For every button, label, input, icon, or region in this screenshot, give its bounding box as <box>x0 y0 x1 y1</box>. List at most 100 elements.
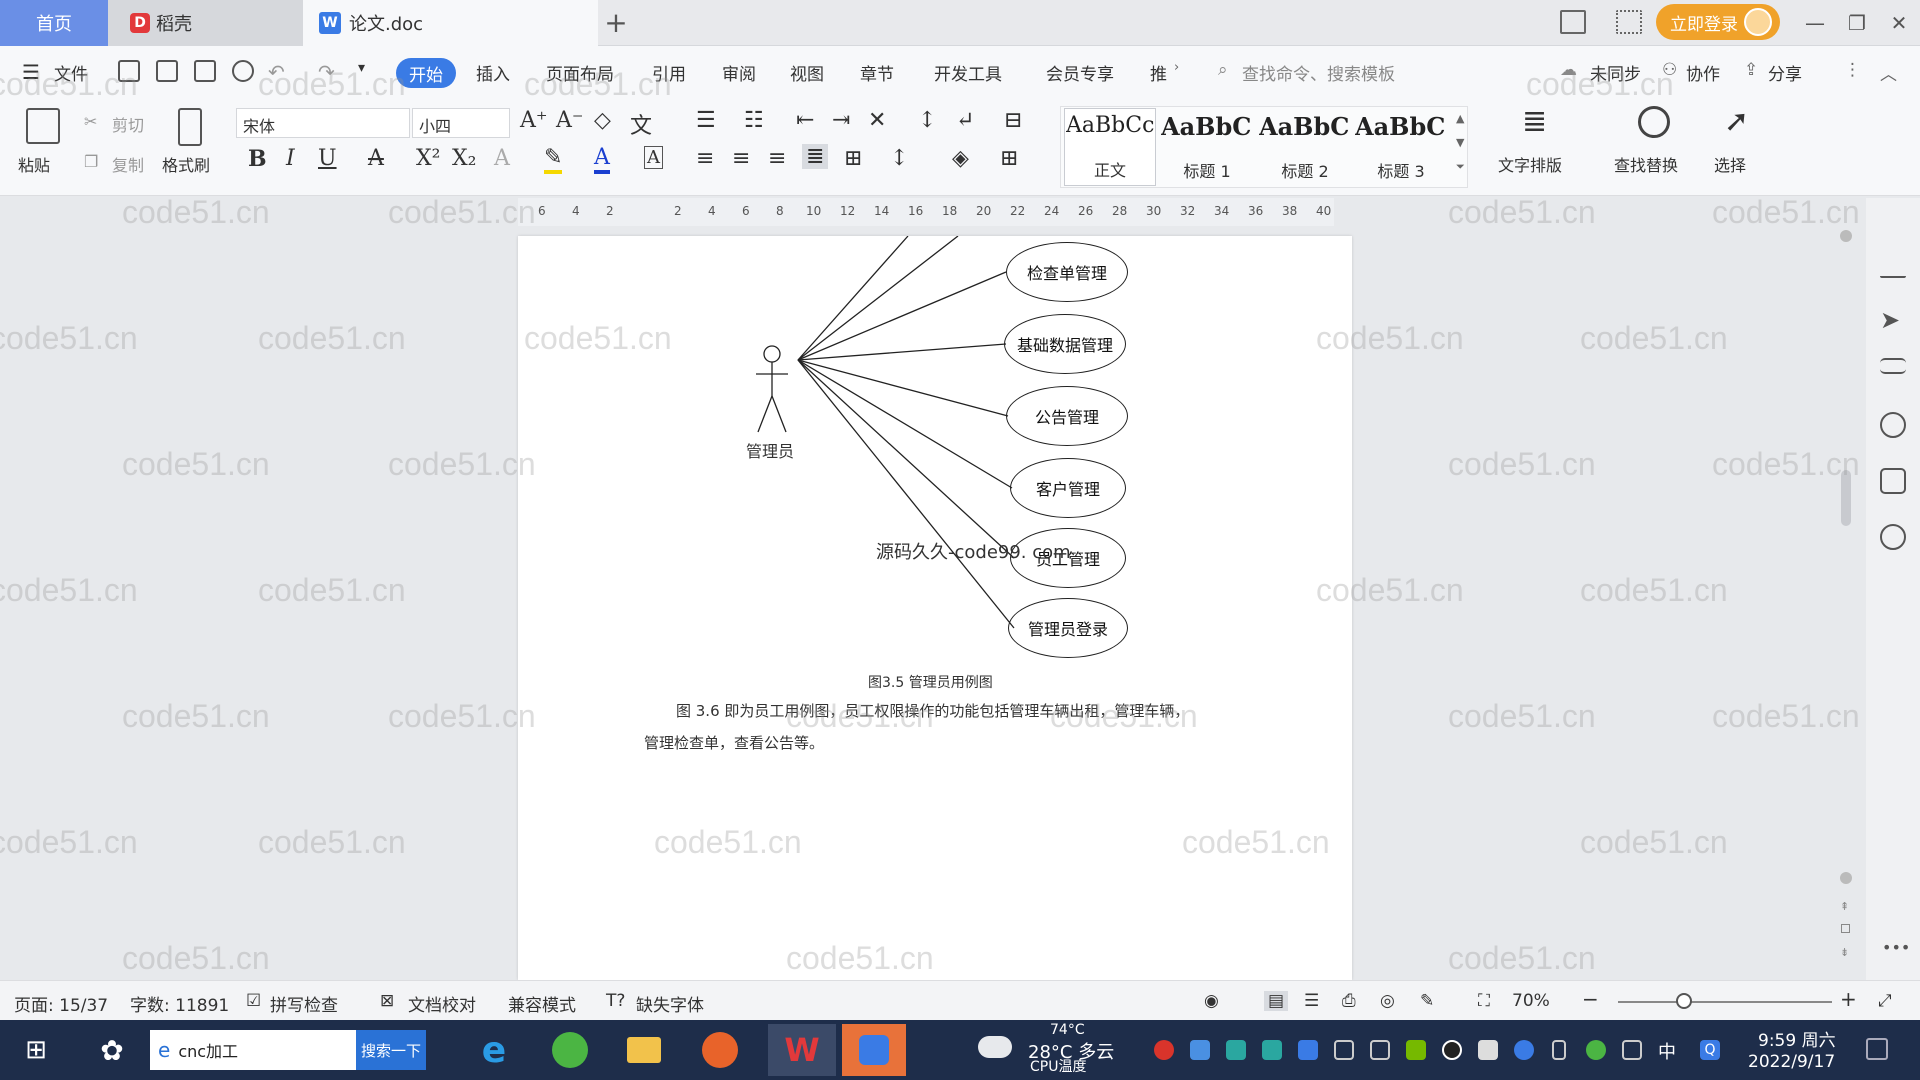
proofread-button[interactable]: 文档校对 <box>408 991 476 1016</box>
page-view-icon[interactable]: ▤ <box>1264 991 1289 1011</box>
tray-app-icon[interactable] <box>1262 1040 1282 1060</box>
shield-app-icon[interactable] <box>842 1024 906 1076</box>
close-icon[interactable]: ✕ <box>1884 8 1914 38</box>
bullet-list-icon[interactable]: ☰ <box>696 108 716 133</box>
phonetic-icon[interactable]: 文 <box>630 108 652 140</box>
outline-view-icon[interactable]: ☰ <box>1304 991 1319 1011</box>
tray-app-icon[interactable] <box>1226 1040 1246 1060</box>
browse-object-icon[interactable] <box>1841 924 1850 933</box>
fullscreen-icon[interactable]: ⤢ <box>1878 991 1892 1011</box>
word-count[interactable]: 字数: 11891 <box>130 991 229 1016</box>
prev-page-icon[interactable]: ⇞ <box>1840 900 1849 913</box>
shrink-font-icon[interactable]: A⁻ <box>556 108 584 133</box>
subscript-icon[interactable]: X₂ <box>452 146 476 171</box>
clear-format-icon[interactable]: ◇ <box>594 108 611 133</box>
mascot-app-icon[interactable] <box>692 1024 748 1076</box>
qq-icon[interactable] <box>1442 1040 1462 1060</box>
text-effect-icon[interactable]: A <box>494 146 510 171</box>
new-tab-button[interactable]: + <box>600 6 632 39</box>
vertical-scrollbar[interactable]: ⇞ ⇟ <box>1838 230 1854 970</box>
style-heading-1[interactable]: AaBbC 标题 1 <box>1160 108 1254 186</box>
tab-docer[interactable]: D 稻壳 <box>108 0 303 46</box>
pointer-icon[interactable]: ➤ <box>1880 306 1906 334</box>
format-painter-button[interactable]: 格式刷 <box>162 152 210 176</box>
style-normal[interactable]: AaBbCcI 正文 <box>1064 108 1156 186</box>
ime-indicator[interactable]: 中 <box>1658 1038 1676 1064</box>
app-grid-icon[interactable] <box>1616 10 1642 34</box>
tab-stop-icon[interactable]: ⊟ <box>1004 108 1022 133</box>
input-method-icon[interactable]: Q <box>1700 1040 1720 1060</box>
style-more-icon[interactable]: ⏷ <box>1456 160 1465 174</box>
save-icon[interactable] <box>118 60 140 82</box>
style-scroll-down-icon[interactable]: ▼ <box>1456 136 1464 149</box>
tray-app-icon[interactable] <box>1586 1040 1606 1060</box>
italic-icon[interactable]: I <box>286 146 295 171</box>
tab-home[interactable]: 首页 <box>0 0 108 46</box>
char-border-icon[interactable]: A <box>644 146 663 169</box>
scroll-thumb[interactable] <box>1841 470 1851 526</box>
undo-icon[interactable]: ↶ <box>268 60 285 84</box>
share-icon[interactable]: ⇪ <box>1744 60 1758 80</box>
borders-icon[interactable]: ⊞ <box>1000 146 1018 171</box>
hamburger-icon[interactable]: ☰ <box>22 60 40 84</box>
usb-icon[interactable] <box>1552 1040 1566 1060</box>
layout-switch-icon[interactable] <box>1560 10 1586 34</box>
distributed-icon[interactable]: ⊞ <box>844 146 862 171</box>
image-tool-icon[interactable] <box>1880 468 1906 494</box>
zoom-slider-thumb[interactable] <box>1676 993 1692 1009</box>
sort-icon[interactable]: ↕ <box>918 108 936 133</box>
scroll-up-icon[interactable] <box>1840 230 1852 242</box>
eye-protect-icon[interactable]: ◉ <box>1204 991 1219 1011</box>
scroll-down-icon[interactable] <box>1840 872 1852 884</box>
align-center-icon[interactable]: ≡ <box>732 146 750 171</box>
font-name-combo[interactable]: 宋体 <box>236 108 410 138</box>
find-replace-button[interactable]: 查找替换 <box>1614 152 1678 176</box>
browser-360-icon[interactable] <box>542 1024 598 1076</box>
bold-icon[interactable]: B <box>248 146 267 172</box>
cut-button[interactable]: 剪切 <box>112 112 144 136</box>
chinese-layout-icon[interactable]: ✕ <box>868 108 886 133</box>
style-scroll-up-icon[interactable]: ▲ <box>1456 112 1464 125</box>
redo-icon[interactable]: ↷ <box>318 60 335 84</box>
menu-references[interactable]: 引用 <box>652 60 686 85</box>
search-icon[interactable]: ⌕ <box>1218 60 1228 80</box>
collab-button[interactable]: 协作 <box>1686 60 1720 85</box>
copy-icon[interactable]: ❐ <box>84 152 98 171</box>
strikethrough-icon[interactable]: A <box>368 146 384 171</box>
pinwheel-app-icon[interactable]: ✿ <box>84 1024 140 1076</box>
grow-font-icon[interactable]: A⁺ <box>520 108 548 133</box>
increase-indent-icon[interactable]: ⇥ <box>832 108 850 133</box>
style-heading-2[interactable]: AaBbC 标题 2 <box>1258 108 1352 186</box>
collab-icon[interactable]: ⚇ <box>1662 60 1677 80</box>
volume-icon[interactable] <box>1622 1040 1642 1060</box>
command-search-input[interactable]: 查找命令、搜索模板 <box>1242 60 1395 85</box>
paste-button[interactable]: 粘贴 <box>18 152 50 176</box>
tray-app-icon[interactable] <box>1190 1040 1210 1060</box>
cloud-sync-icon[interactable]: ☁ <box>1560 60 1577 80</box>
zoom-level[interactable]: 70% <box>1512 991 1550 1011</box>
superscript-icon[interactable]: X² <box>416 146 440 171</box>
copy-button[interactable]: 复制 <box>112 152 144 176</box>
adjust-icon[interactable] <box>1880 358 1906 374</box>
format-painter-icon[interactable] <box>178 108 202 146</box>
nvidia-icon[interactable] <box>1406 1040 1426 1060</box>
decrease-indent-icon[interactable]: ⇤ <box>796 108 814 133</box>
export-icon[interactable] <box>156 60 178 82</box>
menu-insert[interactable]: 插入 <box>476 60 510 85</box>
menu-chapter[interactable]: 章节 <box>860 60 894 85</box>
more-options-icon[interactable]: ⋮ <box>1844 60 1861 80</box>
more-tools-icon[interactable]: ••• <box>1882 938 1910 957</box>
minimize-icon[interactable]: — <box>1800 8 1830 38</box>
notification-center-icon[interactable] <box>1866 1038 1888 1060</box>
sync-status[interactable]: 未同步 <box>1590 60 1641 85</box>
zoom-in-icon[interactable]: + <box>1840 987 1857 1011</box>
cut-icon[interactable]: ✂ <box>84 112 97 131</box>
login-button[interactable]: 立即登录 <box>1656 4 1780 40</box>
menu-scroll-right-icon[interactable]: › <box>1174 60 1179 75</box>
text-layout-icon[interactable]: ≣ <box>1522 104 1547 139</box>
clock-time[interactable]: 9:59 周六 <box>1758 1026 1836 1051</box>
ie-browser-icon[interactable]: e <box>466 1024 522 1076</box>
tab-document[interactable]: W 论文.doc <box>303 0 598 46</box>
menu-view[interactable]: 视图 <box>790 60 824 85</box>
file-explorer-icon[interactable] <box>616 1024 672 1076</box>
